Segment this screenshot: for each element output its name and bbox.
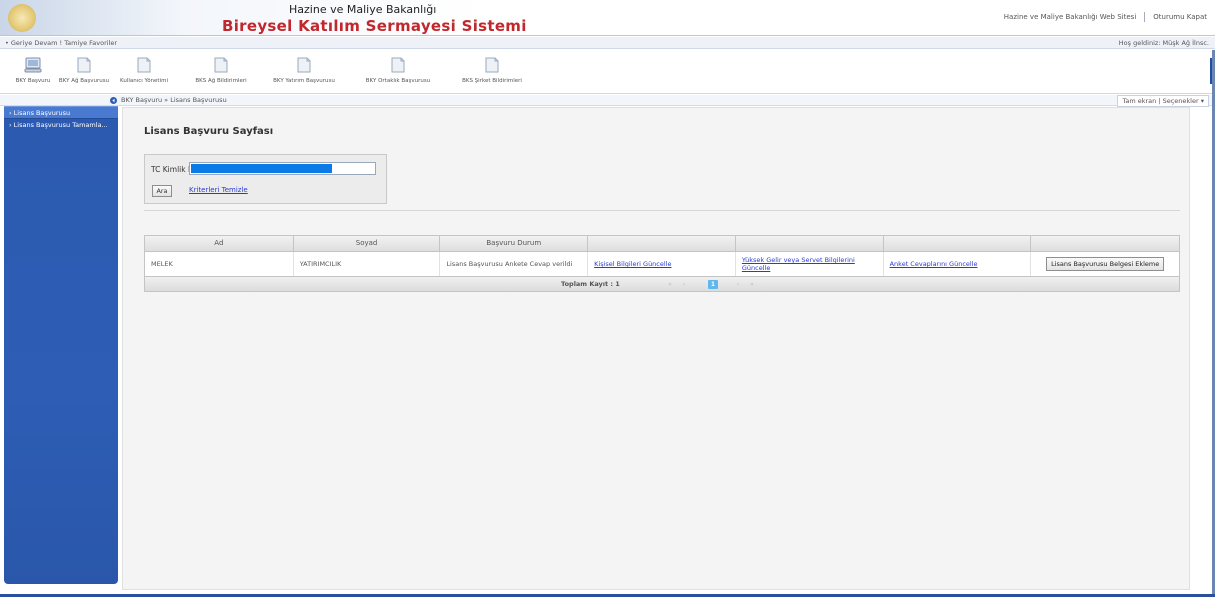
cell-action: Lisans Başvurusu Belgesi Ekleme: [1031, 252, 1179, 276]
toolbar-item-bky-ag-basvurusu[interactable]: BKY Ağ Başvurusu: [51, 54, 117, 84]
grid-header: Ad Soyad Başvuru Durum: [144, 235, 1180, 252]
toolbar-item-label: BKS Ağ Bildirimleri: [195, 78, 247, 84]
results-grid: Ad Soyad Başvuru Durum MELEK YATIRIMCILI…: [144, 235, 1180, 292]
cell-link2: Yüksek Gelir veya Servet Bilgilerini Gün…: [736, 252, 884, 276]
header-links: Hazine ve Maliye Bakanlığı Web Sitesi Ot…: [1004, 12, 1207, 22]
toolbar-item-label: BKY Yatırım Başvurusu: [273, 78, 335, 84]
breadcrumb[interactable]: BKY Başvuru » Lisans Başvurusu: [121, 96, 227, 104]
toolbar-item-bks-sirket-bildirimleri[interactable]: BKS Şirket Bildirimleri: [459, 54, 525, 84]
toolbar-item-label: BKY Ağ Başvurusu: [58, 78, 110, 84]
redacted-value-highlight: [191, 164, 332, 173]
folder-icon: [77, 57, 91, 73]
ministry-logo-icon: [8, 4, 36, 32]
last-page-icon[interactable]: »: [747, 280, 757, 289]
current-page[interactable]: 1: [708, 280, 718, 289]
ministry-name: Hazine ve Maliye Bakanlığı: [289, 3, 437, 16]
toolbar-item-label: BKY Ortaklık Başvurusu: [365, 78, 431, 84]
column-header-soyad[interactable]: Soyad: [294, 236, 441, 251]
toolbar-item-label: BKS Şirket Bildirimleri: [462, 78, 522, 84]
clear-criteria-link[interactable]: Kriterleri Temizle: [189, 186, 248, 194]
section-divider: [144, 210, 1180, 211]
app-header: Hazine ve Maliye Bakanlığı Bireysel Katı…: [0, 0, 1215, 36]
cell-link3: Anket Cevaplarını Güncelle: [884, 252, 1032, 276]
main-content: Lisans Başvuru Sayfası TC Kimlik No Ara …: [122, 107, 1190, 590]
fullscreen-options-buttons[interactable]: Tam ekran | Seçenekler ▾: [1117, 95, 1209, 107]
system-title: Bireysel Katılım Sermayesi Sistemi: [222, 17, 527, 35]
module-toolbar: BKY Başvuru BKY Ağ Başvurusu Kullanıcı Y…: [0, 50, 1215, 94]
folder-icon: [214, 57, 228, 73]
cell-link1: Kişisel Bilgileri Güncelle: [588, 252, 736, 276]
sidebar-item-label: › Lisans Başvurusu: [9, 109, 71, 117]
toolbar-item-label: Kullanıcı Yönetimi: [120, 78, 168, 84]
total-records: Toplam Kayıt : 1: [561, 280, 620, 288]
folder-icon: [485, 57, 499, 73]
column-header-basvuru-durum[interactable]: Başvuru Durum: [440, 236, 589, 251]
grid-footer: Toplam Kayıt : 1 « ‹ 1 › »: [144, 276, 1180, 292]
top-menu-bar: • Geriye Devam ! Tamiye Favoriler Hoş ge…: [0, 37, 1215, 49]
top-menu-links[interactable]: • Geriye Devam ! Tamiye Favoriler: [5, 39, 117, 47]
toolbar-item-bky-ortaklik-basvurusu[interactable]: BKY Ortaklık Başvurusu: [365, 54, 431, 84]
column-header-ad[interactable]: Ad: [145, 236, 294, 251]
update-personal-info-link[interactable]: Kişisel Bilgileri Güncelle: [594, 260, 671, 268]
page-title: Lisans Başvuru Sayfası: [144, 126, 274, 137]
toolbar-item-kullanici-yonetimi[interactable]: Kullanıcı Yönetimi: [111, 54, 177, 84]
column-header-empty: [736, 236, 884, 251]
add-license-document-button[interactable]: Lisans Başvurusu Belgesi Ekleme: [1046, 257, 1165, 271]
collapse-sidebar-icon[interactable]: [110, 97, 117, 104]
cell-ad: MELEK: [145, 252, 294, 276]
sidebar-item-lisans-basvurusu-tamamla[interactable]: › Lisans Başvurusu Tamamla...: [4, 119, 118, 132]
header-separator: [1144, 12, 1146, 22]
search-panel: TC Kimlik No Ara Kriterleri Temizle: [144, 154, 387, 204]
column-header-empty: [1031, 236, 1179, 251]
logout-link[interactable]: Oturumu Kapat: [1153, 13, 1207, 21]
update-survey-answers-link[interactable]: Anket Cevaplarını Güncelle: [890, 260, 978, 268]
update-income-wealth-link[interactable]: Yüksek Gelir veya Servet Bilgilerini Gün…: [742, 256, 877, 272]
sidebar: › Lisans Başvurusu › Lisans Başvurusu Ta…: [4, 106, 118, 584]
first-page-icon[interactable]: «: [665, 280, 675, 289]
computer-icon: [24, 57, 42, 73]
cell-basvuru-durum: Lisans Başvurusu Ankete Cevap verildi: [440, 252, 589, 276]
sidebar-item-label: › Lisans Başvurusu Tamamla...: [9, 121, 108, 129]
table-row: MELEK YATIRIMCILIK Lisans Başvurusu Anke…: [144, 252, 1180, 276]
content-nav-strip: BKY Başvuru » Lisans Başvurusu Tam ekran…: [0, 95, 1215, 107]
folder-icon: [137, 57, 151, 73]
toolbar-item-bky-yatirim-basvurusu[interactable]: BKY Yatırım Başvurusu: [271, 54, 337, 84]
sidebar-item-lisans-basvurusu[interactable]: › Lisans Başvurusu: [4, 106, 118, 119]
next-page-icon[interactable]: ›: [733, 280, 743, 289]
folder-icon: [297, 57, 311, 73]
column-header-empty: [588, 236, 736, 251]
cell-soyad: YATIRIMCILIK: [294, 252, 441, 276]
welcome-text: Hoş geldiniz: Müşk Ağ İlnsc.: [1118, 39, 1209, 47]
folder-icon: [391, 57, 405, 73]
column-header-empty: [884, 236, 1032, 251]
prev-page-icon[interactable]: ‹: [679, 280, 689, 289]
ministry-website-link[interactable]: Hazine ve Maliye Bakanlığı Web Sitesi: [1004, 13, 1136, 21]
tc-kimlik-input[interactable]: [189, 162, 376, 175]
search-button[interactable]: Ara: [152, 185, 172, 197]
toolbar-item-bks-ag-bildirimleri[interactable]: BKS Ağ Bildirimleri: [188, 54, 254, 84]
